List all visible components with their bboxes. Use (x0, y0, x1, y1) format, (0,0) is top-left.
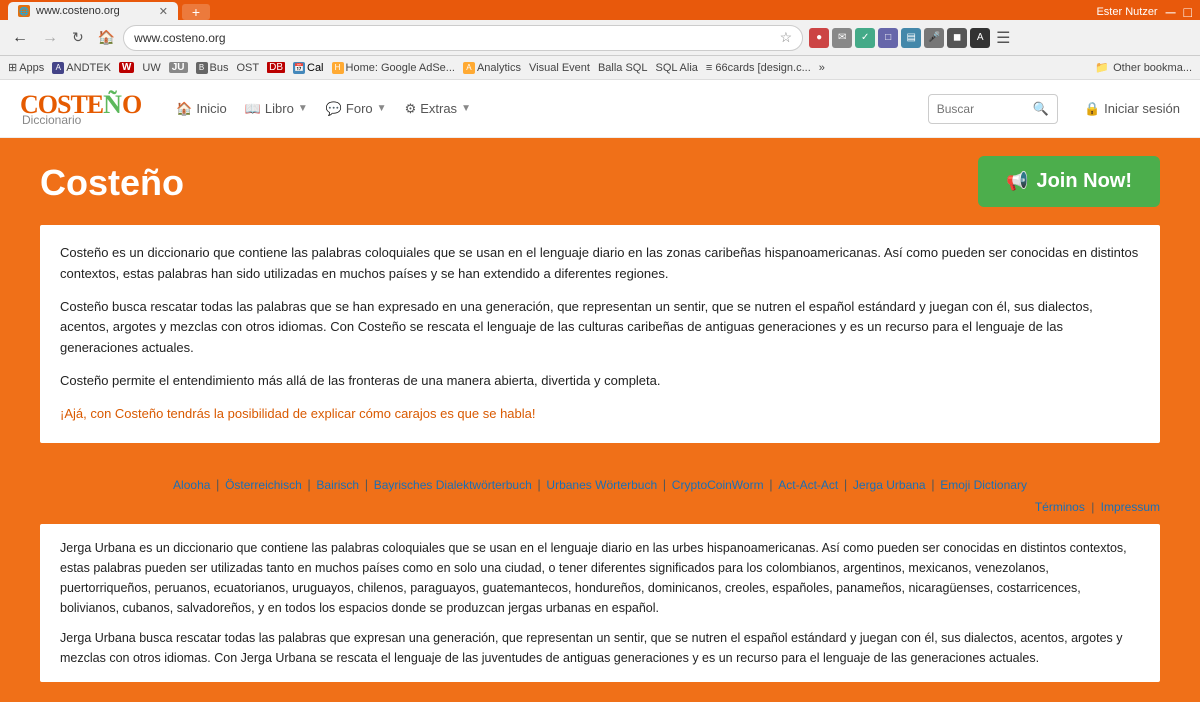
maximize-btn[interactable]: □ (1184, 4, 1192, 20)
footer-link-urbanes[interactable]: Urbanes Wörterbuch (546, 478, 657, 492)
reload-button[interactable]: ↻ (66, 27, 90, 48)
bookmark-w[interactable]: W (119, 62, 134, 73)
nav-inicio[interactable]: 🏠 Inicio (168, 97, 235, 121)
site-nav: 🏠 Inicio 📖 Libro ▼ 💬 Foro ▼ ⚙ Extras ▼ (168, 97, 479, 121)
main-para-4: ¡Ajá, con Costeño tendrás la posibilidad… (60, 404, 1140, 425)
main-section: Costeño 📢 Join Now! Costeño es un diccio… (0, 138, 1200, 459)
main-para-1: Costeño es un diccionario que contiene l… (60, 243, 1140, 285)
bookmark-home-ads[interactable]: H Home: Google AdSe... (332, 62, 455, 74)
search-bar[interactable]: 🔍 (928, 94, 1058, 124)
address-url: www.costeno.org (134, 31, 773, 45)
ext-icon-3[interactable]: ✓ (855, 28, 875, 48)
bookmark-visual-event[interactable]: Visual Event (529, 62, 590, 74)
login-link[interactable]: 🔒 Iniciar sesión (1084, 101, 1180, 117)
bookmark-more[interactable]: » (819, 62, 825, 74)
home-nav-icon: 🏠 (176, 101, 192, 117)
ext-icon-2[interactable]: ✉ (832, 28, 852, 48)
footer-link-bayrisches[interactable]: Bayrisches Dialektwörterbuch (374, 478, 532, 492)
other-bookmarks[interactable]: Other bookma... (1113, 62, 1192, 74)
bookmark-db[interactable]: DB (267, 62, 285, 73)
tab-title: www.costeno.org (36, 5, 120, 17)
logo-subtitle: Diccionario (22, 114, 142, 126)
bookmark-bus[interactable]: B Bus (196, 62, 229, 74)
foro-caret: ▼ (377, 103, 387, 114)
site-logo: COSTEÑO Diccionario (20, 92, 142, 126)
footer-area: Alooha | Österreichisch | Bairisch | Bay… (0, 459, 1200, 520)
bottom-para-1: Jerga Urbana es un diccionario que conti… (60, 538, 1140, 618)
footer-links: Alooha | Österreichisch | Bairisch | Bay… (40, 473, 1160, 498)
nav-bar: ← → ↻ 🏠 www.costeno.org ☆ ● ✉ ✓ □ ▤ 🎤 ◼ … (0, 20, 1200, 56)
bookmark-uw[interactable]: UW (142, 62, 160, 74)
footer-link-cryptocoin[interactable]: CryptoCoinWorm (672, 478, 764, 492)
footer-link-alooha[interactable]: Alooha (173, 478, 210, 492)
forward-button[interactable]: → (36, 27, 64, 49)
bookmark-ost[interactable]: OST (236, 62, 259, 74)
footer-terms[interactable]: Términos (1035, 500, 1085, 514)
join-now-button[interactable]: 📢 Join Now! (978, 156, 1160, 207)
bookmark-balla-sql[interactable]: Balla SQL (598, 62, 648, 74)
libro-nav-icon: 📖 (245, 101, 261, 117)
footer-link-bairisch[interactable]: Bairisch (316, 478, 359, 492)
bookmark-66cards[interactable]: ≡ 66cards [design.c... (706, 62, 811, 74)
nav-extras[interactable]: ⚙ Extras ▼ (397, 97, 479, 121)
megaphone-icon: 📢 (1006, 171, 1028, 192)
ext-icon-1[interactable]: ● (809, 28, 829, 48)
ext-icon-7[interactable]: ◼ (947, 28, 967, 48)
footer-link-jerga[interactable]: Jerga Urbana (853, 478, 926, 492)
footer-meta: Términos | Impressum (40, 498, 1160, 520)
website: COSTEÑO Diccionario 🏠 Inicio 📖 Libro ▼ 💬… (0, 80, 1200, 702)
tab-close[interactable]: ✕ (159, 5, 168, 18)
bookmark-analytics[interactable]: A Analytics (463, 62, 521, 74)
footer-link-emoji[interactable]: Emoji Dictionary (940, 478, 1027, 492)
star-icon[interactable]: ☆ (780, 29, 793, 46)
ext-icon-6[interactable]: 🎤 (924, 28, 944, 48)
bookmark-andtek[interactable]: A ANDTEK (52, 62, 111, 74)
bookmark-sql-alia[interactable]: SQL Alia (655, 62, 697, 74)
bottom-section: Jerga Urbana es un diccionario que conti… (0, 520, 1200, 702)
lock-icon: 🔒 (1084, 101, 1100, 117)
bookmark-ju[interactable]: JU (169, 62, 188, 73)
browser-tab[interactable]: 🌐 www.costeno.org ✕ (8, 2, 178, 20)
bottom-content: Jerga Urbana es un diccionario que conti… (40, 524, 1160, 682)
search-input[interactable] (937, 102, 1027, 116)
hero-title: Costeño (40, 162, 184, 204)
minimize-btn[interactable]: ─ (1166, 4, 1176, 20)
footer-link-actactact[interactable]: Act-Act-Act (778, 478, 838, 492)
menu-button[interactable]: ☰ (996, 28, 1010, 48)
back-button[interactable]: ← (6, 27, 34, 49)
user-name: Ester Nutzer (1096, 6, 1157, 18)
bottom-para-2: Jerga Urbana busca rescatar todas las pa… (60, 628, 1140, 668)
bookmark-cal[interactable]: 📅 Cal (293, 62, 324, 74)
footer-link-osterreichisch[interactable]: Österreichisch (225, 478, 302, 492)
bookmark-apps[interactable]: ⊞Apps (8, 61, 44, 74)
libro-caret: ▼ (298, 103, 308, 114)
main-paragraphs: Costeño es un diccionario que contiene l… (40, 225, 1160, 443)
new-tab-area: + (182, 4, 210, 20)
bookmarks-bar: ⊞Apps A ANDTEK W UW JU B Bus OST DB 📅 Ca… (0, 56, 1200, 80)
ext-icon-8[interactable]: A (970, 28, 990, 48)
ext-icon-5[interactable]: ▤ (901, 28, 921, 48)
nav-libro[interactable]: 📖 Libro ▼ (237, 97, 316, 121)
extras-nav-icon: ⚙ (405, 101, 417, 117)
footer-impressum[interactable]: Impressum (1101, 500, 1160, 514)
browser-chrome: 🌐 www.costeno.org ✕ + Ester Nutzer ─ □ (0, 0, 1200, 20)
ext-icon-4[interactable]: □ (878, 28, 898, 48)
search-icon[interactable]: 🔍 (1033, 101, 1049, 117)
home-button[interactable]: 🏠 (92, 27, 121, 48)
address-bar[interactable]: www.costeno.org ☆ (123, 25, 803, 51)
nav-foro[interactable]: 💬 Foro ▼ (318, 97, 395, 121)
main-para-2: Costeño busca rescatar todas las palabra… (60, 297, 1140, 359)
site-header: COSTEÑO Diccionario 🏠 Inicio 📖 Libro ▼ 💬… (0, 80, 1200, 138)
main-para-3: Costeño permite el entendimiento más all… (60, 371, 1140, 392)
extras-caret: ▼ (461, 103, 471, 114)
foro-nav-icon: 💬 (326, 101, 342, 117)
